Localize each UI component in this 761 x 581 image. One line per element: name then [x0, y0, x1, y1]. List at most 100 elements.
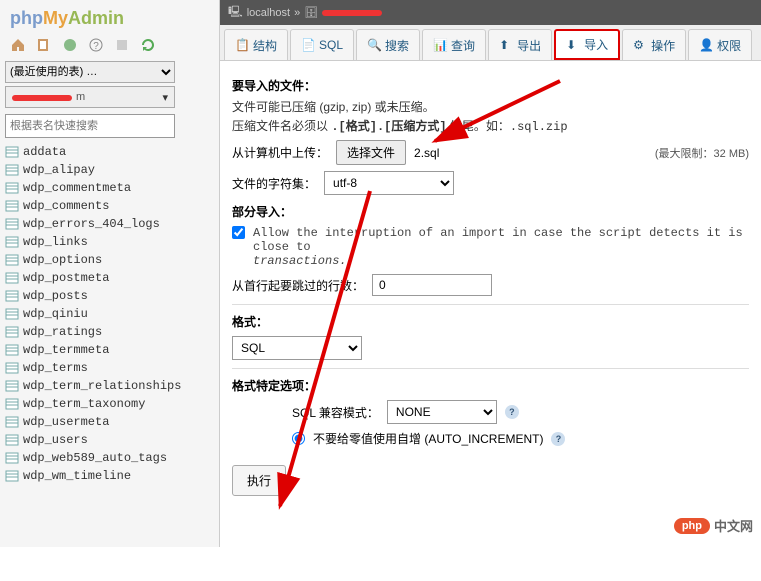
table-name: wdp_errors_404_logs [23, 217, 160, 231]
allow-interrupt-checkbox[interactable] [232, 226, 245, 239]
tab-icon: 👤 [699, 38, 713, 52]
table-item[interactable]: wdp_ratings [5, 323, 214, 341]
table-item[interactable]: addata [5, 143, 214, 161]
table-icon [5, 271, 19, 285]
reload-icon[interactable] [140, 37, 156, 53]
table-name: addata [23, 145, 66, 159]
table-name: wdp_termmeta [23, 343, 109, 357]
table-item[interactable]: wdp_commentmeta [5, 179, 214, 197]
allow-interrupt-label: Allow the interruption of an import in c… [253, 226, 749, 268]
help-icon[interactable]: ? [505, 405, 519, 419]
table-item[interactable]: wdp_term_taxonomy [5, 395, 214, 413]
table-icon [5, 199, 19, 213]
table-name: wdp_term_relationships [23, 379, 181, 393]
table-item[interactable]: wdp_terms [5, 359, 214, 377]
import-form: 要导入的文件： 文件可能已压缩 (gzip, zip) 或未压缩。 压缩文件名必… [220, 61, 761, 504]
format-select[interactable]: SQL [232, 336, 362, 360]
table-item[interactable]: wdp_web589_auto_tags [5, 449, 214, 467]
table-icon [5, 289, 19, 303]
table-item[interactable]: wdp_alipay [5, 161, 214, 179]
table-item[interactable]: wdp_postmeta [5, 269, 214, 287]
table-icon [5, 235, 19, 249]
table-icon [5, 325, 19, 339]
table-item[interactable]: wdp_usermeta [5, 413, 214, 431]
table-name: wdp_web589_auto_tags [23, 451, 167, 465]
tab-export[interactable]: ⬆导出 [488, 29, 552, 60]
format-options-heading: 格式特定选项： [232, 377, 749, 394]
table-icon [5, 469, 19, 483]
table-item[interactable]: wdp_termmeta [5, 341, 214, 359]
submit-button[interactable]: 执行 [232, 465, 286, 496]
help-icon[interactable]: ? [551, 432, 565, 446]
table-item[interactable]: wdp_options [5, 251, 214, 269]
skip-rows-input[interactable] [372, 274, 492, 296]
table-name: wdp_usermeta [23, 415, 109, 429]
logo[interactable]: phpMyAdmin [5, 5, 214, 32]
tab-label: 结构 [253, 37, 277, 54]
database-select[interactable]: m ▾ [5, 86, 175, 108]
selected-filename: 2.sql [414, 146, 439, 160]
hint-compressed: 文件可能已压缩 (gzip, zip) 或未压缩。 [232, 98, 749, 115]
sidebar-toolbar: ? [5, 32, 214, 58]
auto-increment-radio[interactable] [292, 432, 305, 445]
table-item[interactable]: wdp_qiniu [5, 305, 214, 323]
tab-label: 搜索 [385, 37, 409, 54]
table-item[interactable]: wdp_comments [5, 197, 214, 215]
skip-rows-label: 从首行起要跳过的行数： [232, 277, 364, 294]
docs-icon[interactable]: ? [88, 37, 104, 53]
breadcrumb-host[interactable]: localhost [247, 7, 290, 19]
format-heading: 格式： [232, 313, 749, 330]
table-name: wdp_wm_timeline [23, 469, 131, 483]
tab-search[interactable]: 🔍搜索 [356, 29, 420, 60]
tab-label: 权限 [717, 37, 741, 54]
charset-label: 文件的字符集： [232, 175, 316, 192]
tab-privileges[interactable]: 👤 权限 [688, 29, 752, 60]
watermark: php 中文网 [674, 516, 753, 535]
table-name: wdp_options [23, 253, 102, 267]
db-icon: 🗄 [304, 6, 318, 19]
table-icon [5, 145, 19, 159]
tab-query[interactable]: 📊查询 [422, 29, 486, 60]
table-icon [5, 433, 19, 447]
home-icon[interactable] [10, 37, 26, 53]
logout-icon[interactable] [36, 37, 52, 53]
table-name: wdp_posts [23, 289, 88, 303]
compat-select[interactable]: NONE [387, 400, 497, 424]
table-item[interactable]: wdp_errors_404_logs [5, 215, 214, 233]
tab-structure[interactable]: 📋 结构 [224, 29, 288, 60]
table-item[interactable]: wdp_term_relationships [5, 377, 214, 395]
tab-icon: 📊 [433, 38, 447, 52]
tab-sql[interactable]: 📄SQL [290, 29, 354, 60]
table-name: wdp_comments [23, 199, 109, 213]
table-icon [5, 415, 19, 429]
table-filter-input[interactable] [5, 114, 175, 138]
compat-label: SQL 兼容模式： [292, 404, 379, 421]
table-item[interactable]: wdp_links [5, 233, 214, 251]
charset-select[interactable]: utf-8 [324, 171, 454, 195]
table-item[interactable]: wdp_users [5, 431, 214, 449]
main-panel: 🖳 localhost » 🗄 📋结构📄SQL🔍搜索📊查询⬆导出⬇导入⚙操作👤权… [220, 0, 761, 547]
table-name: wdp_qiniu [23, 307, 88, 321]
sql-query-icon[interactable] [62, 37, 78, 53]
tab-import[interactable]: ⬇导入 [554, 29, 620, 60]
file-heading: 要导入的文件： [232, 77, 749, 94]
redact-bar [12, 95, 72, 101]
table-name: wdp_ratings [23, 325, 102, 339]
tab-label: 导入 [584, 36, 608, 53]
table-icon [5, 343, 19, 357]
svg-text:?: ? [93, 41, 99, 52]
choose-file-button[interactable]: 选择文件 [336, 140, 406, 165]
server-icon: 🖳 [228, 3, 243, 22]
table-icon [5, 307, 19, 321]
settings-icon[interactable] [114, 37, 130, 53]
tabs: 📋 结构 📄SQL🔍搜索📊查询⬆导出⬇导入⚙操作 👤 权限 [220, 25, 761, 61]
tab-icon: 📋 [235, 38, 249, 52]
redact-bar [322, 10, 382, 16]
tab-operations[interactable]: ⚙操作 [622, 29, 686, 60]
recent-tables-select[interactable]: (最近使用的表) … [5, 61, 175, 83]
table-item[interactable]: wdp_posts [5, 287, 214, 305]
tab-label: SQL [319, 38, 343, 52]
table-item[interactable]: wdp_wm_timeline [5, 467, 214, 485]
tab-icon: ⬆ [499, 38, 513, 52]
table-name: wdp_terms [23, 361, 88, 375]
